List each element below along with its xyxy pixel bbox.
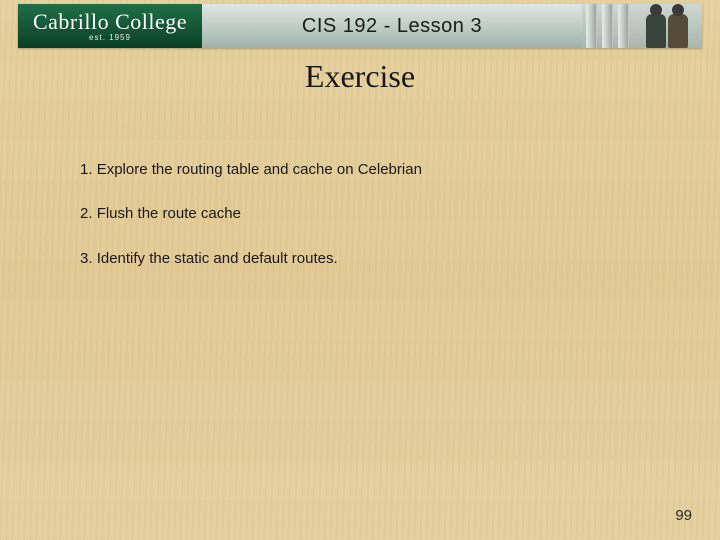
list-item: Flush the route cache bbox=[80, 204, 640, 224]
college-logo: Cabrillo College est. 1959 bbox=[18, 4, 202, 48]
page-number: 99 bbox=[675, 507, 692, 524]
pillar-icon bbox=[586, 4, 597, 48]
logo-sub-text: est. 1959 bbox=[89, 34, 131, 42]
exercise-list: Explore the routing table and cache on C… bbox=[80, 160, 640, 293]
slide-title: Exercise bbox=[0, 58, 720, 95]
course-title: CIS 192 - Lesson 3 bbox=[202, 4, 582, 48]
person-icon bbox=[668, 14, 688, 48]
list-item: Explore the routing table and cache on C… bbox=[80, 160, 640, 180]
slide: Cabrillo College est. 1959 CIS 192 - Les… bbox=[0, 0, 720, 540]
logo-main-text: Cabrillo College bbox=[33, 11, 187, 33]
person-icon bbox=[646, 14, 666, 48]
pillar-icon bbox=[618, 4, 629, 48]
banner-photo bbox=[582, 4, 702, 48]
header-banner: Cabrillo College est. 1959 CIS 192 - Les… bbox=[18, 4, 702, 48]
list-item: Identify the static and default routes. bbox=[80, 249, 640, 269]
pillar-icon bbox=[602, 4, 613, 48]
